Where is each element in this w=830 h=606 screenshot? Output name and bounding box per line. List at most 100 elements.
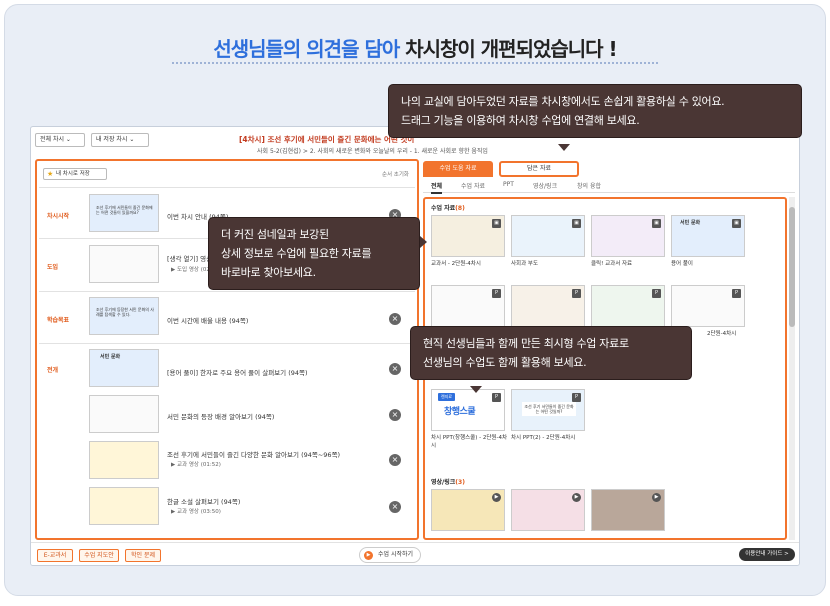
resource-caption: 교과서 - 2단원-4차시	[431, 261, 481, 267]
resource-caption: 차시 PPT(창행스쿨) - 2단원-4차시	[431, 435, 508, 449]
headline-blue: 선생님들의 의견을 담아	[213, 37, 400, 61]
row-separator	[39, 343, 415, 344]
scrollbar-thumb[interactable]	[789, 207, 795, 327]
ppt-icon: P	[492, 289, 501, 298]
tooltip-line: 현직 선생님들과 함께 만든 최시형 수업 자료로	[423, 337, 629, 350]
remove-row-button[interactable]: ×	[389, 313, 401, 325]
tooltip-line: 더 커진 섬네일과 보강된	[221, 228, 329, 241]
row-title: 조선 후기에 서민들이 즐긴 다양한 문화 알아보기 (94쪽~96쪽)	[167, 451, 341, 459]
check-quiz-button[interactable]: 학인 문제	[125, 549, 161, 562]
tab-teaching-resources[interactable]: 수업 도움 자료	[423, 161, 493, 177]
video-card[interactable]: ▶	[591, 489, 665, 531]
row-title: [용어 풀이] 한자로 주요 용어 풀이 살펴보기 (94쪽)	[167, 369, 308, 377]
ppt-icon: P	[732, 289, 741, 298]
thumbnail-intro[interactable]: 조선 후기에 서민들이 즐긴 문화에는 어떤 것들이 있을까요?	[89, 194, 159, 232]
thumbnail-text: 조선 후기에 등장한 서민 문화의 사례를 탐색할 수 있다.	[96, 307, 154, 317]
resource-caption: 용어 풀이	[671, 261, 693, 267]
remove-row-button[interactable]: ×	[389, 501, 401, 513]
resource-card-ppt-2[interactable]: 조선 후기 서민들이 즐긴 문화는 어떤 것일까? P	[511, 389, 585, 431]
tooltip-line: 나의 교실에 담아두었던 자료를 차시창에서도 손쉽게 활용하실 수 있어요.	[401, 95, 725, 108]
resource-card[interactable]: P	[671, 285, 745, 327]
lesson-plan-button[interactable]: 수업 지도안	[79, 549, 119, 562]
ppt-logo: 창행스쿨	[444, 407, 476, 417]
remove-row-button[interactable]: ×	[389, 454, 401, 466]
tooltip-pointer	[558, 144, 570, 151]
bottom-toolbar: E-교과서 수업 지도안 학인 문제 ▶ 수업 시작하기 이용안내 가이드 >	[31, 542, 799, 565]
user-guide-button[interactable]: 이용안내 가이드 >	[739, 548, 795, 561]
subtab-all[interactable]: 전체	[431, 181, 443, 194]
tooltip-line: 선생님의 수업도 함께 활용해 보세요.	[423, 356, 587, 369]
tooltip-saved-resources: 나의 교실에 담아두었던 자료를 차시창에서도 손쉽게 활용하실 수 있어요. …	[388, 84, 802, 138]
resource-scrollbar[interactable]	[789, 197, 795, 540]
save-my-lesson-button[interactable]: ★ 내 차시로 저장	[43, 168, 107, 180]
tab-saved-resources[interactable]: 담은 자료	[499, 161, 579, 177]
lesson-select[interactable]: 전체 차시 ⌄	[35, 133, 85, 147]
tooltip-line: 바로바로 찾아보세요.	[221, 266, 316, 279]
headline-dark: 차시창이 개편되었습니다 !	[399, 37, 617, 61]
row-title: 이번 시간에 배울 내용 (94쪽)	[167, 317, 249, 325]
resource-subtabs: 전체 수업 자료 PPT 영상/링크 창의 융합	[423, 179, 795, 194]
thumbnail-think[interactable]	[89, 245, 159, 283]
ppt-badge: 렌지료	[438, 393, 456, 401]
play-icon: ▶	[492, 493, 501, 502]
resource-caption: 2단원-4차시	[707, 331, 737, 337]
section-count: (8)	[455, 205, 465, 212]
dotted-divider	[172, 62, 658, 64]
row-separator	[39, 291, 415, 292]
subtab-video[interactable]: 영상/링크	[533, 181, 557, 190]
resource-card-ppt-main[interactable]: 렌지료 창행스쿨 P	[431, 389, 505, 431]
section-name: 수업 자료	[431, 205, 456, 212]
remove-row-button[interactable]: ×	[389, 363, 401, 375]
subtab-ppt[interactable]: PPT	[503, 181, 514, 188]
resource-card-click[interactable]: ▣	[591, 215, 665, 257]
tooltip-line: 상세 정보로 수업에 필요한 자료를	[221, 247, 372, 260]
section-label-start: 차시시작	[47, 213, 70, 220]
video-card[interactable]: ▶	[431, 489, 505, 531]
section-label-intro: 도입	[47, 264, 59, 271]
resource-card-atlas[interactable]: ▣	[511, 215, 585, 257]
tooltip-pointer	[470, 386, 482, 393]
resource-caption: 차시 PPT(2) - 2단원-4차시	[511, 435, 576, 441]
start-lesson-button[interactable]: ▶ 수업 시작하기	[359, 547, 421, 563]
thumbnail-novel[interactable]	[89, 487, 159, 525]
saved-lesson-select[interactable]: 내 저장 차시 ⌄	[91, 133, 149, 147]
thumbnail-culture[interactable]	[89, 441, 159, 479]
resource-card[interactable]: P	[591, 285, 665, 327]
headline: 선생님들의 의견을 담아 차시창이 개편되었습니다 !	[0, 33, 830, 62]
view-icon: ▣	[572, 219, 581, 228]
subtab-materials[interactable]: 수업 자료	[461, 181, 485, 190]
thumbnail-vocab[interactable]: 서민 문화	[89, 349, 159, 387]
section-label-develop: 전개	[47, 367, 59, 374]
save-my-lesson-label: 내 차시로 저장	[56, 171, 90, 177]
resource-card[interactable]: P	[511, 285, 585, 327]
tooltip-thumbnails: 더 커진 섬네일과 보강된 상세 정보로 수업에 필요한 자료를 바로바로 찾아…	[208, 217, 420, 290]
section-video-title: 영상/링크(3)	[431, 477, 465, 486]
video-card[interactable]: ▶	[511, 489, 585, 531]
row-media[interactable]: ▶ 교과 영상 (03:50)	[171, 507, 221, 515]
resource-card-textbook[interactable]: ▣	[431, 215, 505, 257]
thumbnail-background[interactable]	[89, 395, 159, 433]
section-count: (3)	[455, 479, 465, 486]
row-media[interactable]: ▶ 교과 영상 (01:52)	[171, 460, 221, 468]
view-icon: ▣	[492, 219, 501, 228]
thumbnail-text: 조선 후기에 서민들이 즐긴 문화에는 어떤 것들이 있을까요?	[96, 205, 153, 215]
view-icon: ▣	[652, 219, 661, 228]
reset-order-button[interactable]: 순서 초기화	[382, 170, 409, 178]
ppt-icon: P	[572, 289, 581, 298]
start-lesson-label: 수업 시작하기	[378, 551, 414, 558]
thumbnail-goal[interactable]: 조선 후기에 등장한 서민 문화의 사례를 탐색할 수 있다.	[89, 297, 159, 335]
play-icon: ▶	[572, 493, 581, 502]
etextbook-button[interactable]: E-교과서	[37, 549, 73, 562]
section-materials-title: 수업 자료(8)	[431, 203, 465, 212]
tooltip-new-materials: 현직 선생님들과 함께 만든 최시형 수업 자료로 선생님의 수업도 함께 활용…	[410, 326, 692, 380]
subtab-creative[interactable]: 창의 융합	[577, 181, 601, 190]
resource-card[interactable]: P	[431, 285, 505, 327]
thumbnail-text: 서민 문화	[100, 354, 121, 360]
resource-card-vocab[interactable]: 서민 문화 ▣	[671, 215, 745, 257]
row-title: 한글 소설 살펴보기 (94쪽)	[167, 498, 241, 506]
section-name: 영상/링크	[431, 479, 456, 486]
cartoon-caption: 조선 후기 서민들이 즐긴 문화는 어떤 것일까?	[522, 402, 576, 416]
remove-row-button[interactable]: ×	[389, 409, 401, 421]
ppt-icon: P	[492, 393, 501, 402]
row-separator	[39, 187, 415, 188]
